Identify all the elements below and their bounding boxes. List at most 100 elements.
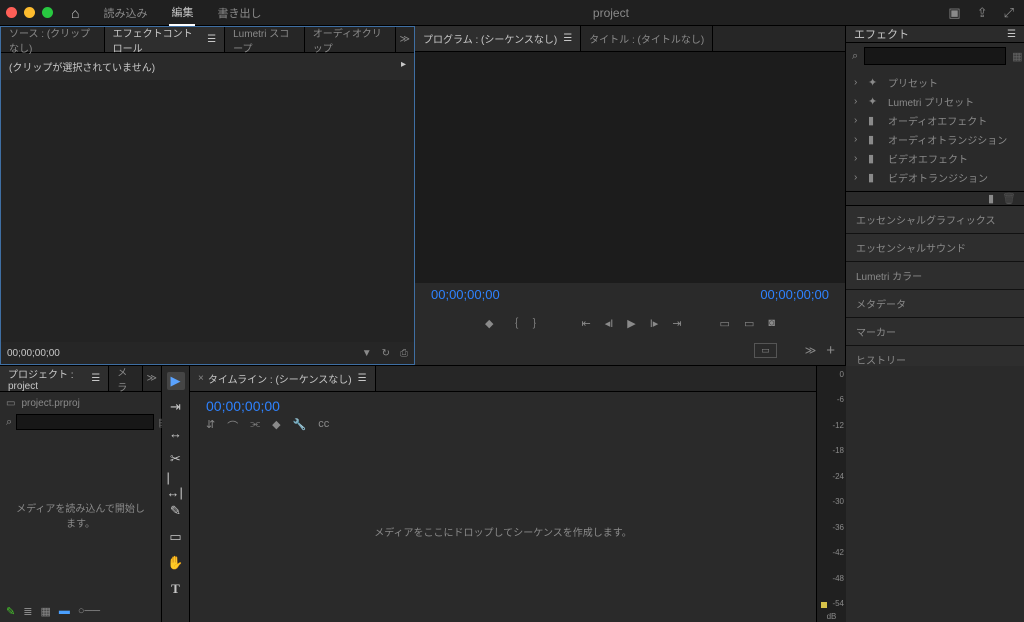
go-in-icon[interactable]: ⇤ <box>581 317 590 330</box>
minimize-window-button[interactable] <box>24 7 35 18</box>
menubar: ⌂ 読み込み 編集 書き出し project ▣ ⇪ ⤢ <box>0 0 1024 26</box>
tree-audio-effects[interactable]: ›▮オーディオエフェクト <box>846 111 1024 130</box>
step-fwd-icon[interactable]: I▸ <box>650 317 659 330</box>
tab-audio-clip[interactable]: オーディオクリップ <box>305 27 396 52</box>
panel-menu-icon[interactable]: ☰ <box>563 33 572 44</box>
tab-overflow[interactable]: ≫ <box>396 34 414 45</box>
tab-media-browser[interactable]: メラ <box>109 366 142 391</box>
icon-view-icon[interactable]: ▦ <box>40 605 50 618</box>
panel-menu-icon[interactable]: ☰ <box>207 34 216 45</box>
play-icon[interactable]: ▶ <box>627 317 635 330</box>
linked-selection-icon[interactable]: ⫘ <box>250 418 260 434</box>
tree-audio-transitions[interactable]: ›▮オーディオトランジション <box>846 130 1024 149</box>
tree-video-transitions[interactable]: ›▮ビデオトランジション <box>846 168 1024 187</box>
timeline-panel: ×タイムライン : (シーケンスなし)☰ 00;00;00;00 ⇵ ⌒ ⫘ ◆… <box>190 366 816 622</box>
add-marker-icon[interactable]: ◆ <box>485 317 493 330</box>
snap-icon[interactable]: ⌒ <box>227 418 238 434</box>
export-frame-icon[interactable]: ⎙ <box>400 348 408 359</box>
effects-search-input[interactable] <box>864 47 1006 65</box>
workspace-export[interactable]: 書き出し <box>215 1 263 25</box>
track-select-tool[interactable]: ⇥ <box>167 398 185 416</box>
lower-section: プロジェクト : project☰ メラ ≫ ▭ project.prproj … <box>0 366 1024 622</box>
delete-bin-icon[interactable]: 🗑 <box>1002 192 1016 205</box>
chevron-right-icon[interactable]: ▸ <box>401 59 406 74</box>
project-search-input[interactable] <box>16 414 154 430</box>
lift-icon[interactable]: ▭ <box>720 317 730 330</box>
rectangle-tool[interactable]: ▭ <box>167 528 185 546</box>
timeline-drop-area[interactable]: メディアをここにドロップしてシーケンスを作成します。 <box>190 440 816 622</box>
overflow-menu-icon[interactable]: ≫ <box>805 344 817 357</box>
tab-overflow[interactable]: ≫ <box>143 373 161 384</box>
tab-lumetri-scopes[interactable]: Lumetri スコープ <box>225 27 305 52</box>
panel-menu-icon[interactable]: ☰ <box>1007 29 1016 40</box>
selection-tool[interactable]: ▶ <box>167 372 185 390</box>
home-icon[interactable]: ⌂ <box>71 5 79 21</box>
ripple-edit-tool[interactable]: ↔ <box>167 424 185 442</box>
freeform-view-icon[interactable]: ✎ <box>6 605 15 618</box>
slip-tool[interactable]: |↔| <box>167 476 185 494</box>
tab-effect-controls-label: エフェクトコントロール <box>113 25 202 55</box>
mark-out-icon[interactable]: ｝ <box>532 315 543 331</box>
audio-unit-label: dB <box>817 612 846 621</box>
workspace-edit[interactable]: 編集 <box>169 0 195 26</box>
tab-source[interactable]: ソース : (クリップなし) <box>1 27 105 52</box>
tree-video-effects[interactable]: ›▮ビデオエフェクト <box>846 149 1024 168</box>
effects-header: エフェクト ☰ <box>846 26 1024 43</box>
hand-tool[interactable]: ✋ <box>167 554 185 572</box>
preset-icon: ✦ <box>868 76 882 89</box>
thumbnail-view-icon[interactable]: ▬ <box>59 605 70 617</box>
timecode-current[interactable]: 00;00;00;00 <box>431 287 500 302</box>
fullscreen-icon[interactable]: ⤢ <box>1004 5 1014 21</box>
mark-in-icon[interactable]: ｛ <box>507 315 518 331</box>
panel-menu-icon[interactable]: ☰ <box>358 373 367 384</box>
new-bin-icon[interactable]: ▮ <box>988 192 994 205</box>
workspace-import[interactable]: 読み込み <box>101 1 149 25</box>
close-window-button[interactable] <box>6 7 17 18</box>
type-tool[interactable]: T <box>167 580 185 598</box>
pen-tool[interactable]: ✎ <box>167 502 185 520</box>
filter-icon[interactable]: ▼ <box>362 348 372 359</box>
comparison-view-icon[interactable]: ▭ <box>754 343 777 358</box>
insert-overwrite-icon[interactable]: ⇵ <box>206 418 215 434</box>
transport-controls: ◆ ｛ ｝ ⇤ ◂I ▶ I▸ ⇥ ▭ ▭ ◙ <box>415 310 845 336</box>
panel-lumetri-color[interactable]: Lumetri カラー <box>846 262 1024 290</box>
timeline-timecode[interactable]: 00;00;00;00 <box>198 398 808 414</box>
razor-tool[interactable]: ✂ <box>167 450 185 468</box>
folder-icon: ▮ <box>868 114 882 127</box>
maximize-window-button[interactable] <box>42 7 53 18</box>
source-timecode: 00;00;00;00 <box>7 348 60 359</box>
extract-icon[interactable]: ▭ <box>744 317 754 330</box>
settings-icon[interactable]: 🔧 <box>293 418 307 434</box>
panel-essential-sound[interactable]: エッセンシャルサウンド <box>846 234 1024 262</box>
step-back-icon[interactable]: ◂I <box>605 317 614 330</box>
panel-markers[interactable]: マーカー <box>846 318 1024 346</box>
loop-icon[interactable]: ↻ <box>382 348 390 359</box>
tree-lumetri-presets[interactable]: ›✦Lumetri プリセット <box>846 92 1024 111</box>
list-view-icon[interactable]: ≣ <box>23 605 32 618</box>
tab-project[interactable]: プロジェクト : project ☰ <box>0 366 109 391</box>
tab-title[interactable]: タイトル : (タイトルなし) <box>581 26 713 51</box>
panel-metadata[interactable]: メタデータ <box>846 290 1024 318</box>
export-frame-icon[interactable]: ◙ <box>768 317 775 329</box>
program-monitor-viewport[interactable] <box>415 52 845 283</box>
marker-icon[interactable]: ◆ <box>272 418 280 434</box>
panel-menu-icon[interactable]: ☰ <box>91 373 100 384</box>
go-out-icon[interactable]: ⇥ <box>672 317 681 330</box>
share-icon[interactable]: ⇪ <box>977 5 988 21</box>
tab-program[interactable]: プログラム : (シーケンスなし)☰ <box>415 26 581 51</box>
tab-effect-controls[interactable]: エフェクトコントロール ☰ <box>105 27 226 52</box>
tab-project-label: プロジェクト : project <box>8 366 85 392</box>
audio-meter[interactable]: 0 -6 -12 -18 -24 -30 -36 -42 -48 -54 dB <box>816 366 846 622</box>
search-clear-icon[interactable]: ▦ <box>1012 50 1022 63</box>
quick-export-icon[interactable]: ▣ <box>948 5 960 21</box>
tab-timeline[interactable]: ×タイムライン : (シーケンスなし)☰ <box>190 366 376 391</box>
button-editor-icon[interactable]: + <box>826 342 835 359</box>
folder-icon: ▮ <box>868 133 882 146</box>
caption-track-icon[interactable]: cc <box>318 418 329 434</box>
program-panel: プログラム : (シーケンスなし)☰ タイトル : (タイトルなし) 00;00… <box>415 26 846 365</box>
close-tab-icon[interactable]: × <box>198 373 204 384</box>
source-footer: 00;00;00;00 ▼ ↻ ⎙ <box>1 342 414 364</box>
tree-presets[interactable]: ›✦プリセット <box>846 73 1024 92</box>
panel-essential-graphics[interactable]: エッセンシャルグラフィックス <box>846 206 1024 234</box>
zoom-slider[interactable]: ○── <box>78 605 100 617</box>
